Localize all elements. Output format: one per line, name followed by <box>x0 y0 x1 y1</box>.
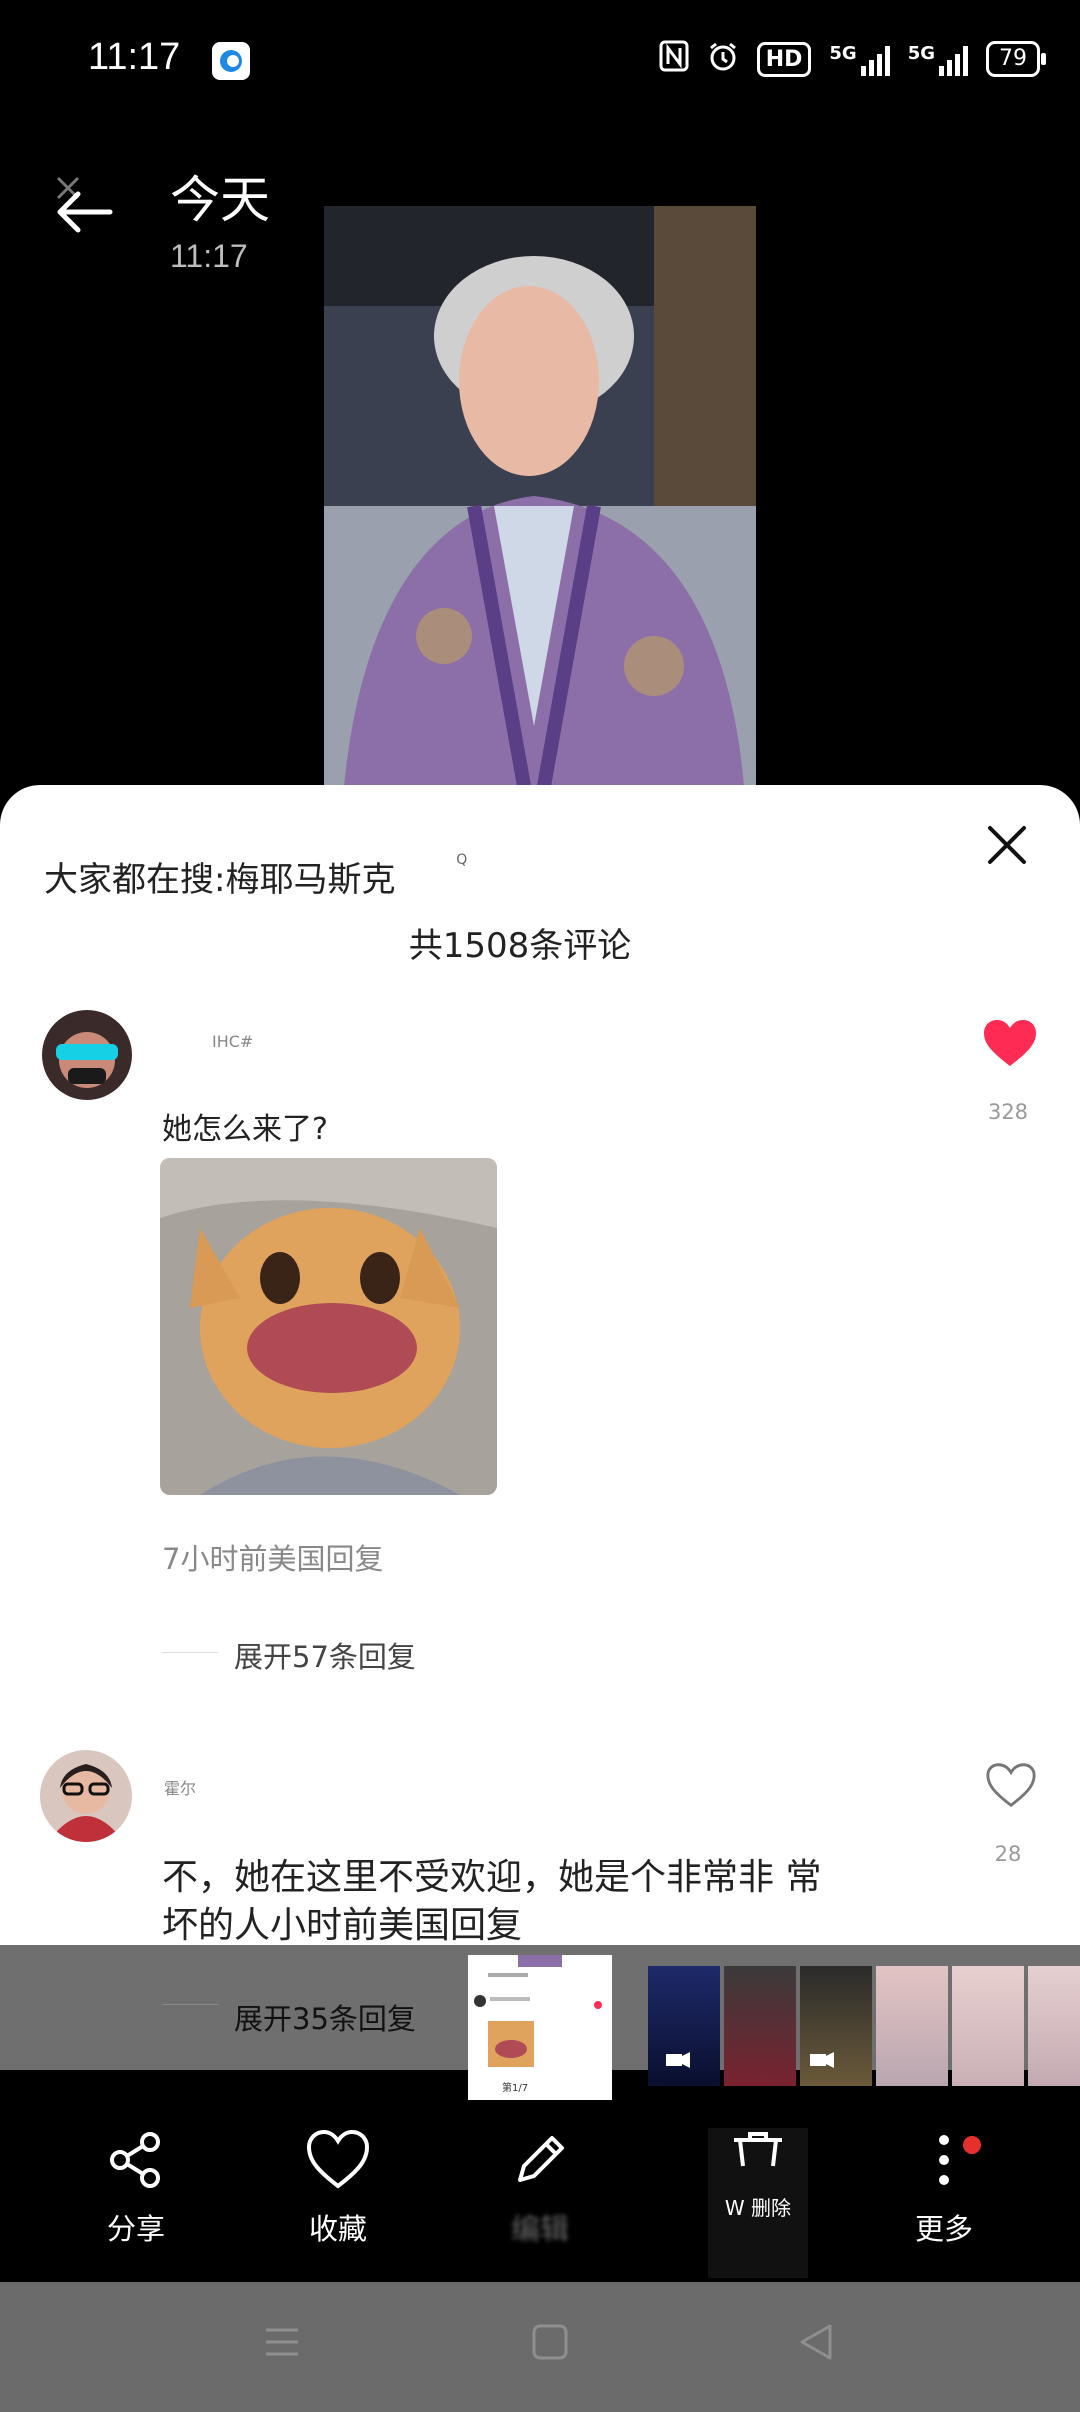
status-icons: HD 5G 5G 79 <box>659 40 1046 78</box>
nfc-icon <box>659 40 689 78</box>
media-thumb[interactable] <box>800 1966 872 2086</box>
share-label: 分享 <box>106 2212 165 2246</box>
signal-1-icon: 5G <box>829 43 890 76</box>
comment-image[interactable] <box>160 1158 497 1495</box>
status-bar: 11:17 HD 5G 5G 79 <box>0 0 1080 120</box>
comment-count: 共1508条评论 <box>408 926 632 966</box>
avatar[interactable] <box>40 1750 132 1842</box>
notification-dot <box>963 2136 981 2154</box>
app-notification-icon <box>212 42 250 80</box>
heart-outline-icon <box>306 2129 370 2189</box>
like-button[interactable] <box>982 1018 1038 1068</box>
hd-badge: HD <box>756 41 812 77</box>
comment-username[interactable]: 霍尔 <box>164 1775 196 1799</box>
back-nav-button[interactable] <box>796 2322 836 2366</box>
heart-filled-icon <box>984 1020 1036 1066</box>
comment-time-location: 7小时前美国回复 <box>162 1542 384 1576</box>
back-triangle-icon <box>800 2324 832 2360</box>
comment-text: 她怎么来了? <box>162 1112 328 1147</box>
more-button[interactable]: 更多 <box>874 2128 1014 2248</box>
recent-screenshot-thumbnail[interactable]: 第1/7 <box>468 1955 612 2100</box>
alarm-icon <box>707 40 739 78</box>
media-thumb[interactable] <box>1028 1966 1080 2086</box>
edit-button[interactable]: 编辑 <box>470 2128 610 2248</box>
more-label: 更多 <box>914 2212 973 2246</box>
signal-2-icon: 5G <box>908 43 968 76</box>
like-button[interactable] <box>984 1760 1038 1810</box>
divider <box>162 2004 218 2005</box>
battery-indicator: 79 <box>986 41 1046 77</box>
search-icon: Q <box>456 852 468 868</box>
favorite-button[interactable]: 收藏 <box>268 2128 408 2248</box>
search-suggestion[interactable]: 大家都在搜:梅耶马斯克 Q <box>44 852 467 901</box>
heart-outline-icon <box>986 1763 1036 1808</box>
media-thumb[interactable] <box>952 1966 1024 2086</box>
media-thumb[interactable] <box>876 1966 948 2086</box>
media-thumb[interactable] <box>648 1966 720 2086</box>
thumbnail-caption: 第1/7 <box>502 2083 529 2094</box>
edit-label: 编辑 <box>510 2212 569 2246</box>
close-button[interactable] <box>984 822 1030 868</box>
comment-username[interactable]: IHC# <box>212 1032 253 1051</box>
menu-icon <box>266 2328 298 2356</box>
comment-text-line-1: 不，她在这里不受欢迎，她是个非常非 常 <box>162 1857 822 1898</box>
search-suggestion-text: 大家都在搜:梅耶马斯克 <box>44 860 396 900</box>
share-icon <box>110 2132 160 2188</box>
close-icon <box>988 826 1026 864</box>
status-time: 11:17 <box>88 36 181 78</box>
home-nav-button[interactable] <box>530 2322 570 2366</box>
video-preview[interactable] <box>324 206 756 786</box>
delete-button[interactable]: W 删除 <box>708 2128 808 2278</box>
back-arrow-icon <box>56 176 113 233</box>
header-title: 今天 <box>170 171 270 229</box>
expand-replies-button[interactable]: 展开57条回复 <box>234 1634 416 1676</box>
recents-nav-button[interactable] <box>262 2322 302 2366</box>
pencil-icon <box>518 2136 564 2182</box>
system-nav-bar <box>0 2282 1080 2412</box>
divider <box>162 1652 218 1653</box>
comment-text-line-2: 坏的人小时前美国回复 <box>162 1905 523 1946</box>
media-thumb[interactable] <box>724 1966 796 2086</box>
favorite-label: 收藏 <box>308 2212 367 2246</box>
recent-media-strip[interactable] <box>648 1966 1080 2086</box>
home-square-icon <box>532 2324 568 2360</box>
expand-replies-button[interactable]: 展开35条回复 <box>234 1996 416 2038</box>
delete-label: W 删除 <box>724 2196 792 2220</box>
like-count: 28 <box>994 1842 1022 1866</box>
trash-icon <box>734 2132 782 2167</box>
like-count: 328 <box>987 1100 1029 1124</box>
share-button[interactable]: 分享 <box>66 2128 206 2248</box>
header-time: 11:17 <box>170 238 248 274</box>
avatar[interactable] <box>42 1010 132 1100</box>
back-button[interactable] <box>50 170 120 240</box>
